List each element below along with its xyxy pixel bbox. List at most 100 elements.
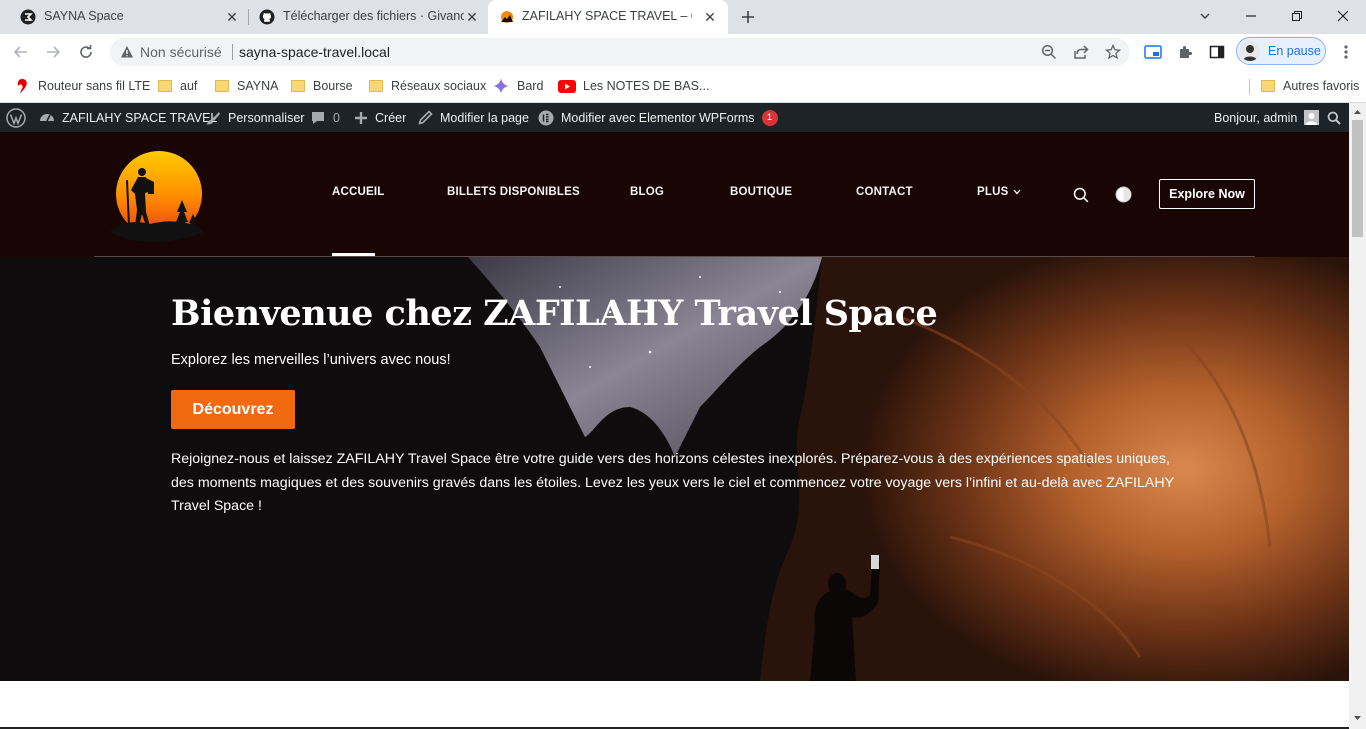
nav-plus[interactable]: PLUS [977,186,1021,198]
nav-billets-disponibles[interactable]: BILLETS DISPONIBLES [447,186,580,198]
share-icon[interactable] [1070,41,1092,63]
scrollbar-thumb[interactable] [1352,120,1363,237]
admin-account[interactable]: Bonjour, admin [1214,103,1320,132]
page-scrollbar[interactable] [1349,103,1366,729]
security-label: Non sécurisé [140,44,222,60]
admin-site-name[interactable]: ZAFILAHY SPACE TRAVEL [39,103,217,132]
browser-toolbar: Non sécurisé sayna-space-travel.local En… [0,34,1366,70]
bookmark-folder[interactable]: SAYNA [215,77,278,95]
comment-icon [312,111,324,124]
hero-subtitle: Explorez les merveilles l’univers avec n… [171,352,451,368]
bookmark-label: Bourse [313,79,353,93]
scroll-down-icon[interactable] [1349,711,1366,725]
comments-count: 0 [333,110,340,125]
nav-accueil[interactable]: ACCUEIL [332,186,385,198]
admin-comments[interactable]: 0 [310,103,340,132]
tab-separator [248,9,249,25]
browser-tab-strip: SAYNA Space ✕ Télécharger des fichiers ·… [0,0,1366,34]
profile-paused-button[interactable]: En pause [1236,37,1326,65]
plus-icon [355,111,367,124]
site-logo[interactable] [110,150,206,242]
folder-icon [369,80,383,92]
decouvrez-button[interactable]: Découvrez [171,390,295,429]
other-bookmarks-folder[interactable]: Autres favoris [1261,77,1359,95]
security-indicator[interactable]: Non sécurisé [120,44,233,60]
pencil-icon [418,110,433,125]
hero-section: Bienvenue chez ZAFILAHY Travel Space Exp… [0,257,1349,681]
bookmark-folder[interactable]: Réseaux sociaux [369,77,486,95]
user-avatar-icon [1304,110,1320,125]
profile-paused-label: En pause [1268,44,1321,58]
zafilahy-icon [499,9,515,25]
bookmark-item[interactable]: Routeur sans fil LTE [14,77,150,95]
warning-icon [121,46,133,58]
tab-title: SAYNA Space [44,9,124,23]
wpforms-label: WPForms [699,110,755,125]
zoom-icon[interactable] [1038,41,1060,63]
divider [231,44,233,60]
extensions-icon[interactable] [1174,41,1196,63]
close-window-icon[interactable] [1320,0,1366,32]
admin-edit-elementor[interactable]: Modifier avec Elementor [538,103,696,132]
bookmark-folder[interactable]: auf [158,77,197,95]
reload-icon[interactable] [75,41,97,63]
menu-kebab-icon[interactable] [1335,41,1357,63]
divider [1249,79,1250,95]
close-icon[interactable]: ✕ [702,9,718,25]
wp-admin-bar: ZAFILAHY SPACE TRAVEL Personnaliser 0 Cr… [0,103,1349,132]
tab-zafilahy[interactable]: ZAFILAHY SPACE TRAVEL – Osez ✕ [488,0,728,34]
close-icon[interactable]: ✕ [464,9,480,25]
customize-label: Personnaliser [228,110,305,125]
admin-customize[interactable]: Personnaliser [205,103,304,132]
wordpress-icon [6,107,26,128]
bookmark-label: Réseaux sociaux [391,79,487,93]
avatar [1240,41,1260,61]
nav-contact[interactable]: CONTACT [856,186,913,198]
tab-title: Télécharger des fichiers · Givano2 [283,9,473,23]
admin-wpforms[interactable]: WPForms 1 [699,103,778,132]
forward-icon[interactable] [42,41,64,63]
wordpress-logo-button[interactable] [6,103,26,132]
dashboard-icon [40,113,54,121]
nav-blog[interactable]: BLOG [630,186,664,198]
site-name-label: ZAFILAHY SPACE TRAVEL [62,110,218,125]
bookmarks-bar: Routeur sans fil LTE auf SAYNA Bourse Ré… [0,70,1366,103]
bookmark-star-icon[interactable] [1102,41,1124,63]
tab-sayna-space[interactable]: SAYNA Space ✕ [12,0,248,34]
folder-icon [1261,80,1275,92]
header-search-icon[interactable] [1073,187,1089,203]
admin-search-icon[interactable] [1327,103,1341,132]
screen-cast-icon[interactable] [1142,41,1164,63]
bookmark-label: Bard [517,79,544,93]
admin-new[interactable]: Créer [354,103,406,132]
theme-toggle-icon[interactable] [1115,186,1132,203]
close-icon[interactable]: ✕ [224,9,240,25]
edit-elementor-label: Modifier avec Elementor [561,110,696,125]
restore-icon[interactable] [1274,0,1320,32]
edit-page-label: Modifier la page [440,110,529,125]
brush-icon [206,111,220,124]
scroll-up-icon[interactable] [1349,105,1366,119]
nav-plus-label: PLUS [977,186,1009,198]
nav-boutique[interactable]: BOUTIQUE [730,186,792,198]
notification-badge: 1 [761,109,778,126]
folder-icon [215,80,229,92]
tab-search-icon[interactable] [1182,0,1228,32]
back-icon[interactable] [10,41,32,63]
elementor-icon [538,110,554,125]
bookmark-label: Les NOTES DE BAS... [583,79,710,93]
admin-edit-page[interactable]: Modifier la page [418,103,529,132]
folder-icon [158,80,172,92]
hero-body-text: Rejoignez-nous et laissez ZAFILAHY Trave… [171,451,1174,514]
bookmark-item[interactable]: Les NOTES DE BAS... [558,77,709,95]
site-header: ACCUEIL BILLETS DISPONIBLES BLOG BOUTIQU… [0,132,1349,257]
bookmark-item[interactable]: Bard [493,77,543,95]
new-tab-icon[interactable] [737,6,759,28]
explore-now-button[interactable]: Explore Now [1159,179,1255,209]
minimize-icon[interactable] [1228,0,1274,32]
youtube-icon [558,79,576,93]
bookmark-folder[interactable]: Bourse [291,77,353,95]
side-panel-icon[interactable] [1206,41,1228,63]
address-bar[interactable]: Non sécurisé sayna-space-travel.local [110,38,1130,66]
tab-github[interactable]: Télécharger des fichiers · Givano2 ✕ [250,0,486,34]
